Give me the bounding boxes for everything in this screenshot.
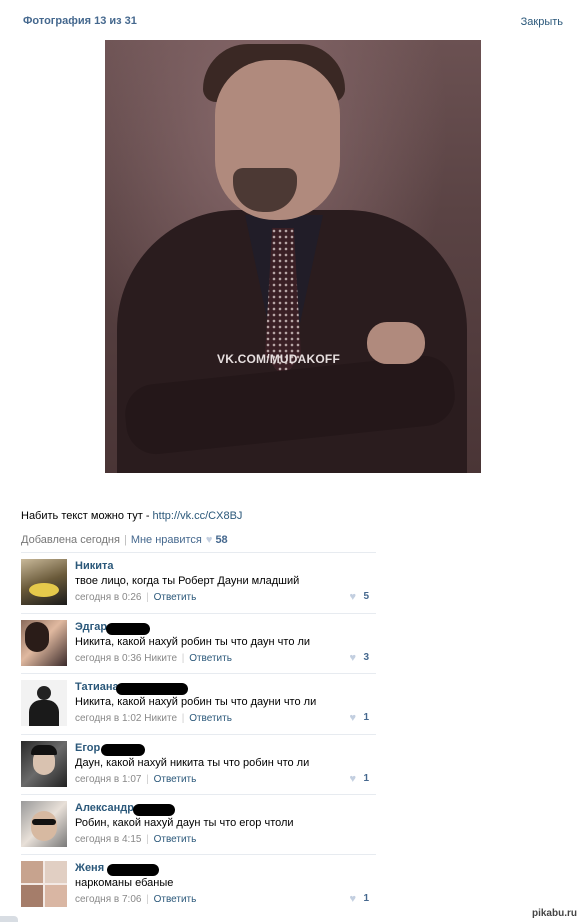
avatar[interactable]: [21, 680, 67, 726]
redaction-mark: [107, 864, 159, 876]
comment-time[interactable]: сегодня в 4:15: [75, 834, 141, 845]
reply-link[interactable]: Ответить: [154, 834, 197, 845]
photo-watermark: VK.COM/MUDAKOFF: [217, 352, 340, 366]
comment-info: сегодня в 1:02 Никите | Ответить: [75, 713, 232, 724]
avatar[interactable]: [21, 861, 67, 907]
heart-icon[interactable]: ♥: [349, 591, 356, 603]
reply-link[interactable]: Ответить: [189, 713, 232, 724]
comment-item: Женя наркоманы ебаные сегодня в 7:06 | О…: [21, 854, 376, 915]
reply-link[interactable]: Ответить: [189, 653, 232, 664]
description-link[interactable]: http://vk.cc/CX8BJ: [153, 510, 243, 522]
comment-time[interactable]: сегодня в 1:02: [75, 713, 141, 724]
reply-to-name[interactable]: Никите: [144, 653, 177, 664]
redaction-mark: [101, 744, 145, 756]
redaction-mark: [116, 683, 188, 695]
comment-item: Егор Даун, какой нахуй никита ты что роб…: [21, 734, 376, 795]
avatar[interactable]: [21, 801, 67, 847]
redaction-mark: [106, 623, 150, 635]
comment-text: Никита, какой нахуй робин ты что даун чт…: [75, 636, 311, 648]
close-link[interactable]: Закрыть: [521, 16, 563, 28]
comment-item: Александр Робин, какой нахуй даун ты что…: [21, 794, 376, 855]
added-date: Добавлена сегодня: [21, 534, 120, 546]
photo-image[interactable]: VK.COM/MUDAKOFF: [105, 40, 481, 473]
comment-time[interactable]: сегодня в 0:26: [75, 592, 141, 603]
comment-author[interactable]: Александр: [75, 802, 134, 814]
comment-item: Татиана Никита, какой нахуй робин ты что…: [21, 673, 376, 734]
comment-item: Эдгар Никита, какой нахуй робин ты что д…: [21, 613, 376, 674]
comment-like-count: 3: [363, 652, 369, 663]
comment-text: Даун, какой нахуй никита ты что робин чт…: [75, 757, 310, 769]
pikabu-logo: pikabu.ru: [531, 908, 577, 919]
comment-like-count: 1: [363, 773, 369, 784]
avatar[interactable]: [21, 741, 67, 787]
comment-time[interactable]: сегодня в 7:06: [75, 894, 141, 905]
heart-icon[interactable]: ♥: [206, 534, 213, 546]
comment-author[interactable]: Егор: [75, 742, 100, 754]
comment-text: Никита, какой нахуй робин ты что дауни ч…: [75, 696, 317, 708]
scroll-corner: [0, 916, 18, 922]
like-button[interactable]: Мне нравится: [131, 534, 202, 546]
photo-meta: Добавлена сегодня | Мне нравится ♥ 58: [21, 534, 228, 546]
comment-text: Робин, какой нахуй даун ты что егор чтол…: [75, 817, 294, 829]
comment-like-count: 1: [363, 893, 369, 904]
avatar[interactable]: [21, 620, 67, 666]
comment-time[interactable]: сегодня в 1:07: [75, 774, 141, 785]
comment-author[interactable]: Эдгар: [75, 621, 107, 633]
comment-text: наркоманы ебаные: [75, 877, 174, 889]
comment-author[interactable]: Женя: [75, 862, 104, 874]
comment-info: сегодня в 1:07 | Ответить: [75, 774, 197, 785]
photo-counter-title: Фотография 13 из 31: [23, 15, 137, 27]
comment-like-count: 5: [363, 591, 369, 602]
description-text: Набить текст можно тут -: [21, 510, 153, 522]
reply-to-name[interactable]: Никите: [144, 713, 177, 724]
heart-icon[interactable]: ♥: [349, 652, 356, 664]
comment-time[interactable]: сегодня в 0:36: [75, 653, 141, 664]
reply-link[interactable]: Ответить: [154, 774, 197, 785]
comment-item: Никита твое лицо, когда ты Роберт Дауни …: [21, 552, 376, 613]
comment-info: сегодня в 4:15 | Ответить: [75, 834, 197, 845]
photo-viewer-header: Фотография 13 из 31 Закрыть: [0, 0, 581, 40]
photo-description: Набить текст можно тут - http://vk.cc/CX…: [21, 510, 242, 522]
reply-link[interactable]: Ответить: [154, 592, 197, 603]
heart-icon[interactable]: ♥: [349, 712, 356, 724]
heart-icon[interactable]: ♥: [349, 893, 356, 905]
comment-author[interactable]: Татиана: [75, 681, 119, 693]
heart-icon[interactable]: ♥: [349, 773, 356, 785]
like-count: 58: [215, 534, 228, 546]
avatar[interactable]: [21, 559, 67, 605]
comment-info: сегодня в 7:06 | Ответить: [75, 894, 197, 905]
comment-like-count: 1: [363, 712, 369, 723]
comment-info: сегодня в 0:36 Никите | Ответить: [75, 653, 232, 664]
redaction-mark: [133, 804, 175, 816]
comment-author[interactable]: Никита: [75, 560, 113, 572]
reply-link[interactable]: Ответить: [154, 894, 197, 905]
comment-info: сегодня в 0:26 | Ответить: [75, 592, 197, 603]
comment-text: твое лицо, когда ты Роберт Дауни младший: [75, 575, 300, 587]
